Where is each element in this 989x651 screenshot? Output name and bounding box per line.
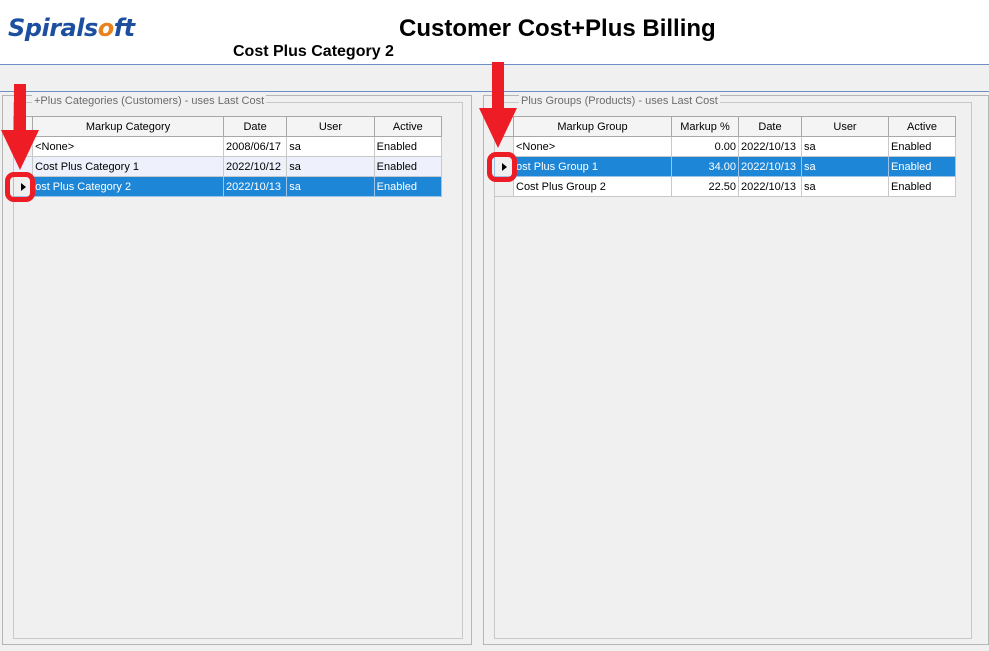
table-row[interactable]: <None> 0.00 2022/10/13 sa Enabled — [494, 136, 956, 157]
cell-user[interactable]: sa — [286, 136, 375, 157]
cell-markup[interactable]: 34.00 — [671, 156, 739, 177]
selected-category-subtitle: Cost Plus Category 2 — [233, 43, 394, 60]
header: Spiralsoft Customer Cost+Plus Billing Co… — [0, 0, 989, 65]
right-indicator-highlight — [487, 152, 517, 182]
cell-date[interactable]: 2022/10/13 — [738, 136, 802, 157]
col-date[interactable]: Date — [738, 116, 802, 137]
cell-name[interactable]: Cost Plus Category 1 — [32, 156, 224, 177]
cell-user[interactable]: sa — [801, 156, 889, 177]
page-title: Customer Cost+Plus Billing — [399, 15, 716, 42]
cell-name[interactable]: ost Plus Category 2 — [32, 176, 224, 197]
cell-markup[interactable]: 0.00 — [671, 136, 739, 157]
annotation-arrow-icon — [1, 84, 39, 170]
table-row-selected[interactable]: ost Plus Category 2 2022/10/13 sa Enable… — [12, 176, 443, 197]
table-row[interactable]: Cost Plus Group 2 22.50 2022/10/13 sa En… — [494, 176, 956, 197]
col-date[interactable]: Date — [222, 116, 288, 137]
col-markup-percent[interactable]: Markup % — [671, 116, 739, 137]
col-active[interactable]: Active — [373, 116, 443, 137]
col-user[interactable]: User — [286, 116, 375, 137]
groups-grid[interactable]: Markup Group Markup % Date User Active <… — [494, 116, 956, 197]
cell-date[interactable]: 2022/10/12 — [222, 156, 288, 177]
cell-active[interactable]: Enabled — [888, 176, 956, 197]
cell-active[interactable]: Enabled — [373, 136, 443, 157]
cell-user[interactable]: sa — [286, 156, 375, 177]
cell-date[interactable]: 2022/10/13 — [738, 156, 802, 177]
table-row[interactable]: Cost Plus Category 1 2022/10/12 sa Enabl… — [12, 156, 443, 177]
categories-grid[interactable]: Markup Category Date User Active <None> … — [12, 116, 443, 197]
categories-panel: +Plus Categories (Customers) - uses Last… — [2, 95, 472, 645]
table-row[interactable]: <None> 2008/06/17 sa Enabled — [12, 136, 443, 157]
col-user[interactable]: User — [801, 116, 889, 137]
col-active[interactable]: Active — [888, 116, 956, 137]
col-markup-category[interactable]: Markup Category — [32, 116, 224, 137]
groups-panel: Plus Groups (Products) - uses Last Cost … — [483, 95, 989, 645]
groups-legend: Plus Groups (Products) - uses Last Cost — [519, 95, 720, 107]
cell-name[interactable]: Cost Plus Group 2 — [513, 176, 672, 197]
cell-date[interactable]: 2022/10/13 — [738, 176, 802, 197]
spiralsoft-logo: Spiralsoft — [8, 14, 135, 42]
cell-active[interactable]: Enabled — [373, 176, 443, 197]
cell-active[interactable]: Enabled — [373, 156, 443, 177]
table-row-selected[interactable]: ost Plus Group 1 34.00 2022/10/13 sa Ena… — [494, 156, 956, 177]
cell-name[interactable]: <None> — [32, 136, 224, 157]
cell-user[interactable]: sa — [286, 176, 375, 197]
col-markup-group[interactable]: Markup Group — [513, 116, 672, 137]
cell-active[interactable]: Enabled — [888, 136, 956, 157]
annotation-arrow-icon — [479, 62, 517, 148]
categories-legend: +Plus Categories (Customers) - uses Last… — [32, 95, 267, 107]
cell-name[interactable]: <None> — [513, 136, 672, 157]
cell-markup[interactable]: 22.50 — [671, 176, 739, 197]
left-indicator-highlight — [5, 172, 35, 202]
cell-user[interactable]: sa — [801, 136, 889, 157]
cell-active[interactable]: Enabled — [888, 156, 956, 177]
cell-name[interactable]: ost Plus Group 1 — [513, 156, 672, 177]
cell-user[interactable]: sa — [801, 176, 889, 197]
cell-date[interactable]: 2008/06/17 — [222, 136, 288, 157]
cell-date[interactable]: 2022/10/13 — [222, 176, 288, 197]
